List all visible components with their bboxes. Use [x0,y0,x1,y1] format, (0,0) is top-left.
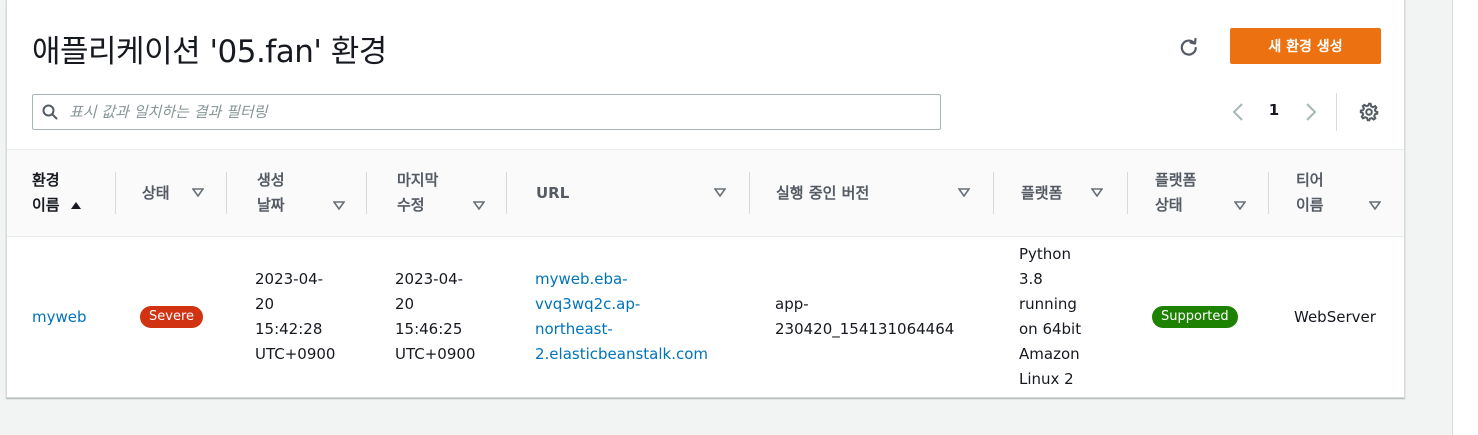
page-title: 애플리케이션 '05.fan' 환경 [32,34,387,70]
created-date-line: UTC+0900 [255,345,336,363]
search-field[interactable] [32,94,941,130]
column-header-label: 생성 [257,171,285,189]
caret-down-icon [1234,201,1246,210]
running-version: app- 230420_154131064464 [775,292,954,342]
created-date: 2023-04- 20 15:42:28 UTC+0900 [255,267,335,367]
column-header-label: 상태 [142,183,170,202]
platform-line: Python [1019,245,1071,263]
caret-down-icon [192,188,204,197]
platform: Python 3.8 running on 64bit Amazon Linux… [1019,242,1081,392]
column-header-tier-name[interactable]: 티어 이름 [1269,150,1404,236]
version-line: 230420_154131064464 [775,320,955,338]
environment-url-link[interactable]: myweb.eba- vvq3wq2c.ap- northeast- 2.ela… [535,267,708,367]
modified-date-line: 2023-04- [395,270,464,288]
table-header: 환경 이름 상태 생성 날짜 마지막 수정 URL 실행 중인 버전 플랫폼 플… [7,149,1404,237]
created-date-line: 20 [255,295,275,313]
caret-down-icon [1369,201,1381,210]
chevron-left-icon [1232,103,1243,121]
page-number[interactable]: 1 [1263,101,1285,119]
search-input[interactable] [67,102,940,122]
refresh-button[interactable] [1169,30,1209,64]
created-date-line: 2023-04- [255,270,324,288]
pager-divider [1336,93,1337,131]
column-header-label: 실행 중인 버전 [776,183,870,202]
platform-line: on 64bit [1019,320,1082,338]
version-line: app- [775,295,809,313]
column-header-modified[interactable]: 마지막 수정 [367,150,507,236]
caret-down-icon [1091,188,1103,197]
column-header-name[interactable]: 환경 이름 [32,150,116,236]
modified-date-line: 15:46:25 [395,320,463,338]
side-panel-edge [1452,0,1478,435]
caret-down-icon [714,188,726,197]
url-line: northeast- [535,320,613,338]
column-header-created[interactable]: 생성 날짜 [227,150,367,236]
column-header-label: 플랫폼 [1021,183,1063,202]
search-icon [33,104,67,120]
column-header-label: 티어 [1296,171,1324,189]
next-page-button[interactable] [1299,98,1323,126]
column-header-label: 플랫폼 [1155,171,1197,189]
modified-date-line: 20 [395,295,415,313]
url-line: vvq3wq2c.ap- [535,295,641,313]
column-header-label: 수정 [397,196,425,214]
caret-down-icon [958,188,970,197]
column-header-label: 날짜 [257,196,285,214]
url-line: 2.elasticbeanstalk.com [535,345,709,363]
gear-icon [1359,102,1379,122]
chevron-right-icon [1306,103,1317,121]
url-line: myweb.eba- [535,270,628,288]
column-header-label: URL [536,183,570,202]
column-header-label: 마지막 [397,171,439,189]
caret-down-icon [333,201,345,210]
column-header-platform-status[interactable]: 플랫폼 상태 [1128,150,1269,236]
status-badge: Severe [140,306,203,328]
column-header-status[interactable]: 상태 [116,150,227,236]
environments-panel: 애플리케이션 '05.fan' 환경 새 환경 생성 1 [6,0,1405,398]
column-header-platform[interactable]: 플랫폼 [994,150,1128,236]
column-header-label: 환경 [32,171,60,189]
platform-line: Amazon [1019,345,1080,363]
sort-ascending-icon [70,202,81,209]
column-header-label: 이름 [1296,196,1324,214]
refresh-icon [1180,37,1197,56]
tier-name: WebServer [1294,307,1376,326]
created-date-line: 15:42:28 [255,320,323,338]
previous-page-button[interactable] [1226,98,1250,126]
create-environment-button[interactable]: 새 환경 생성 [1230,28,1381,64]
caret-down-icon [473,201,485,210]
column-header-running-version[interactable]: 실행 중인 버전 [750,150,994,236]
platform-line: Linux 2 [1019,370,1074,388]
preferences-button[interactable] [1355,98,1383,126]
environment-name-link[interactable]: myweb [32,305,87,330]
modified-date: 2023-04- 20 15:46:25 UTC+0900 [395,267,475,367]
column-header-label: 이름 [32,196,60,214]
column-header-label: 상태 [1155,196,1183,214]
platform-line: running [1019,295,1077,313]
platform-status-badge: Supported [1152,306,1238,328]
platform-line: 3.8 [1019,270,1043,288]
column-header-url[interactable]: URL [507,150,750,236]
modified-date-line: UTC+0900 [395,345,476,363]
